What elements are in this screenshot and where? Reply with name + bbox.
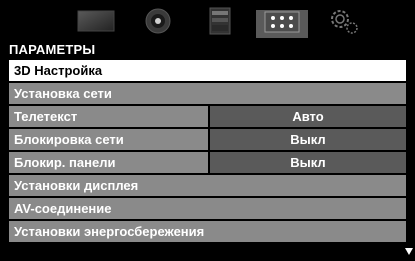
tab-picture[interactable] xyxy=(70,8,122,38)
teletext-value[interactable]: Авто xyxy=(208,106,406,127)
tab-options[interactable] xyxy=(256,10,308,38)
menu-tab-bar xyxy=(70,4,380,42)
tv-options-menu: ПАРАМЕТРЫ 3D Настройка Установка сети Те… xyxy=(0,0,415,261)
panel-lock-value[interactable]: Выкл xyxy=(208,152,406,173)
tab-sound[interactable] xyxy=(132,8,184,38)
menu-item-panel-lock[interactable]: Блокир. панели Выкл xyxy=(9,152,406,173)
tab-setup[interactable] xyxy=(318,8,370,38)
menu-item-label: Установки энергосбережения xyxy=(14,224,205,239)
menu-item-label: Блокир. панели xyxy=(14,155,116,170)
menu-item-label: 3D Настройка xyxy=(14,63,103,78)
menu-item-network-lock[interactable]: Блокировка сети Выкл xyxy=(9,129,406,150)
menu-title: ПАРАМЕТРЫ xyxy=(9,42,96,57)
menu-item-label: Телетекст xyxy=(14,109,78,124)
menu-item-3d-setup[interactable]: 3D Настройка xyxy=(9,60,406,81)
options-grid-icon xyxy=(264,11,300,38)
network-lock-value[interactable]: Выкл xyxy=(208,129,406,150)
menu-item-label: AV-соединение xyxy=(14,201,112,216)
menu-item-label: Блокировка сети xyxy=(14,132,124,147)
menu-item-label: Установка сети xyxy=(14,86,112,101)
menu-item-network-setup[interactable]: Установка сети xyxy=(9,83,406,104)
menu-item-energy-saving[interactable]: Установки энергосбережения xyxy=(9,221,406,242)
tab-channels[interactable] xyxy=(194,7,246,40)
menu-item-teletext[interactable]: Телетекст Авто xyxy=(9,106,406,127)
menu-item-av-connection[interactable]: AV-соединение xyxy=(9,198,406,219)
scroll-down-arrow-icon[interactable] xyxy=(405,248,413,255)
menu-item-display-settings[interactable]: Установки дисплея xyxy=(9,175,406,196)
settings-gears-icon xyxy=(326,7,362,40)
channel-list-icon xyxy=(209,7,231,40)
options-list: 3D Настройка Установка сети Телетекст Ав… xyxy=(9,60,406,244)
sound-icon xyxy=(143,7,173,40)
picture-icon xyxy=(76,9,116,38)
menu-item-label: Установки дисплея xyxy=(14,178,139,193)
